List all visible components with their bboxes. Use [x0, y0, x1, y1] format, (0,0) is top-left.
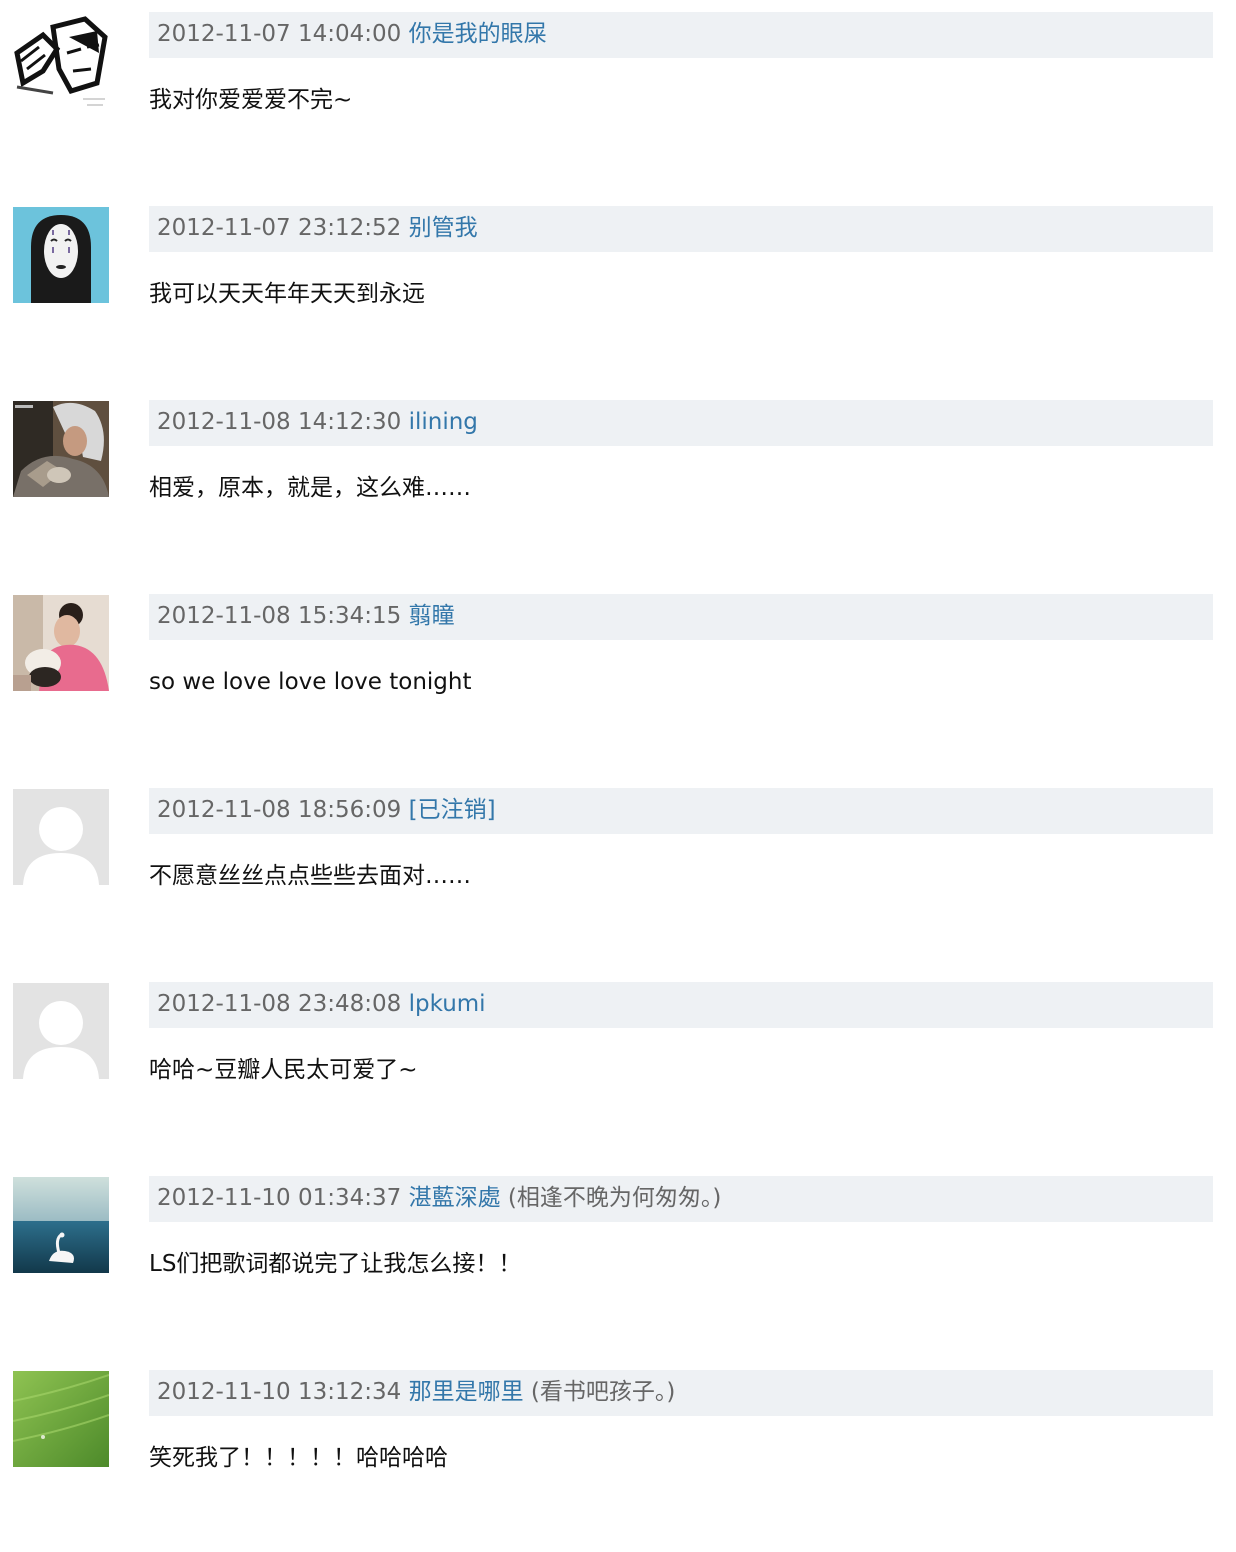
- author-signature: (看书吧孩子。): [530, 1379, 676, 1405]
- default-user-avatar-icon[interactable]: [13, 789, 109, 885]
- no-face-mask-avatar-icon[interactable]: [13, 207, 109, 303]
- comment-text: 我可以天天年年天天到永远: [149, 281, 425, 307]
- comment-item: 2012-11-07 23:12:52 别管我 我可以天天年年天天到永远: [0, 194, 1236, 388]
- comment-header: 2012-11-08 15:34:15 翦瞳: [149, 594, 1213, 640]
- comment-time: 2012-11-08 15:34:15: [157, 603, 402, 629]
- comment-author-link[interactable]: 那里是哪里: [409, 1379, 524, 1405]
- comment-text: 笑死我了！！！！！哈哈哈哈: [149, 1445, 448, 1471]
- comment-author-link[interactable]: ilining: [409, 409, 478, 435]
- comment-header: 2012-11-10 13:12:34 那里是哪里 (看书吧孩子。): [149, 1370, 1213, 1416]
- comment-item: 2012-11-07 14:04:00 你是我的眼屎 我对你爱爱爱不完~: [0, 0, 1236, 194]
- comment-header: 2012-11-10 01:34:37 湛藍深處 (相逢不晚为何匆匆。): [149, 1176, 1213, 1222]
- comment-item: 2012-11-08 15:34:15 翦瞳 so we love love l…: [0, 582, 1236, 776]
- comment-header: 2012-11-08 14:12:30 ilining: [149, 400, 1213, 446]
- author-signature: (相逢不晚为何匆匆。): [507, 1185, 722, 1211]
- comment-item: 2012-11-10 01:34:37 湛藍深處 (相逢不晚为何匆匆。) LS们…: [0, 1164, 1236, 1358]
- comment-header: 2012-11-07 14:04:00 你是我的眼屎: [149, 12, 1213, 58]
- comment-author-link[interactable]: 别管我: [409, 215, 478, 241]
- comment-item: 2012-11-08 18:56:09 [已注销] 不愿意丝丝点点些些去面对……: [0, 776, 1236, 970]
- green-field-avatar-icon[interactable]: [13, 1371, 109, 1467]
- comment-time: 2012-11-10 01:34:37: [157, 1185, 402, 1211]
- woman-with-pet-avatar-icon[interactable]: [13, 595, 109, 691]
- comment-time: 2012-11-10 13:12:34: [157, 1379, 402, 1405]
- comment-header: 2012-11-08 18:56:09 [已注销]: [149, 788, 1213, 834]
- comment-item: 2012-11-08 14:12:30 ilining 相爱，原本，就是，这么难…: [0, 388, 1236, 582]
- comment-time: 2012-11-08 14:12:30: [157, 409, 402, 435]
- comment-author-link[interactable]: 湛藍深處: [409, 1185, 501, 1211]
- silver-hair-portrait-avatar-icon[interactable]: [13, 401, 109, 497]
- comment-text: 不愿意丝丝点点些些去面对……: [149, 863, 471, 889]
- swan-on-lake-avatar-icon[interactable]: [13, 1177, 109, 1273]
- default-user-avatar-icon[interactable]: [13, 983, 109, 1079]
- comment-item: 2012-11-08 23:48:08 lpkumi 哈哈~豆瓣人民太可爱了~: [0, 970, 1236, 1164]
- comment-time: 2012-11-08 23:48:08: [157, 991, 402, 1017]
- comment-author-link[interactable]: [已注销]: [409, 797, 496, 823]
- sketch-faces-avatar-icon[interactable]: [13, 13, 109, 109]
- comment-text: LS们把歌词都说完了让我怎么接！！: [149, 1251, 522, 1277]
- comment-time: 2012-11-08 18:56:09: [157, 797, 402, 823]
- comment-text: so we love love love tonight: [149, 669, 472, 695]
- comment-time: 2012-11-07 23:12:52: [157, 215, 402, 241]
- comment-text: 我对你爱爱爱不完~: [149, 87, 353, 113]
- comment-author-link[interactable]: 翦瞳: [409, 603, 455, 629]
- comment-header: 2012-11-08 23:48:08 lpkumi: [149, 982, 1213, 1028]
- comment-text: 相爱，原本，就是，这么难……: [149, 475, 471, 501]
- comment-header: 2012-11-07 23:12:52 别管我: [149, 206, 1213, 252]
- comment-item: 2012-11-10 13:12:34 那里是哪里 (看书吧孩子。) 笑死我了！…: [0, 1358, 1236, 1552]
- comment-author-link[interactable]: 你是我的眼屎: [409, 21, 547, 47]
- comment-time: 2012-11-07 14:04:00: [157, 21, 402, 47]
- comment-text: 哈哈~豆瓣人民太可爱了~: [149, 1057, 418, 1083]
- comment-author-link[interactable]: lpkumi: [409, 991, 486, 1017]
